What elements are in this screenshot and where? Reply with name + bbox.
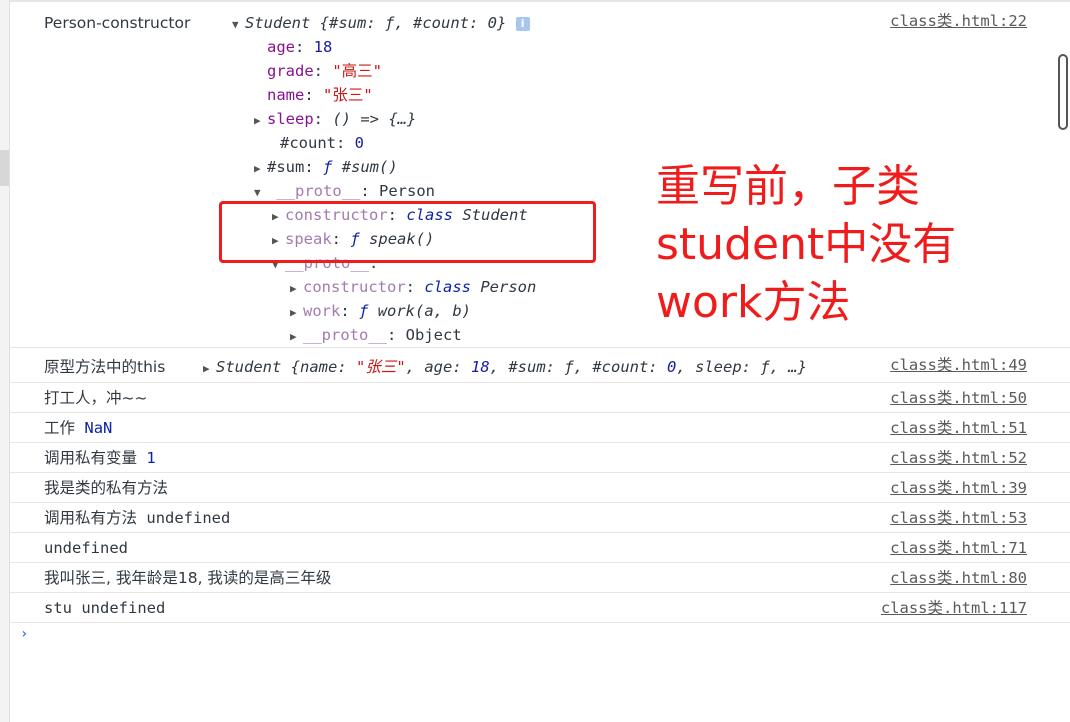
source-link[interactable]: class类.html:49 xyxy=(890,354,1027,376)
console-message: 我是类的私有方法 class类.html:39 xyxy=(10,473,1070,503)
console-gutter xyxy=(0,0,10,722)
expand-triangle-icon: ▶ xyxy=(254,114,261,127)
source-link[interactable]: class类.html:22 xyxy=(890,10,1027,32)
highlight-box xyxy=(219,201,596,263)
console-message: 调用私有变量 1 class类.html:52 xyxy=(10,443,1070,473)
log-text: 调用私有变量 1 xyxy=(44,449,156,467)
gutter-marker xyxy=(0,150,9,186)
prop-sleep[interactable]: ▶ sleep: () => {…} xyxy=(254,108,416,132)
prop-proto-3[interactable]: ▶ __proto__: Object xyxy=(290,324,462,348)
expand-triangle-icon: ▶ xyxy=(290,306,297,319)
expand-triangle-icon: ▶ xyxy=(290,282,297,295)
log-text: 工作 NaN xyxy=(44,419,113,437)
prop-grade: grade: "高三" xyxy=(267,62,383,80)
source-link[interactable]: class类.html:52 xyxy=(890,447,1027,469)
scrollbar-thumb[interactable] xyxy=(1058,54,1068,130)
console-message: undefined class类.html:71 xyxy=(10,533,1070,563)
source-link[interactable]: class类.html:80 xyxy=(890,567,1027,589)
log-label: Person-constructor xyxy=(44,14,191,32)
object-summary[interactable]: ▶ Student {name: "张三", age: 18, #sum: ƒ, … xyxy=(203,356,807,380)
log-text: 我是类的私有方法 xyxy=(44,479,169,497)
expand-triangle-icon: ▶ xyxy=(290,330,297,343)
annotation-text: 重写前，子类 student中没有 work方法 xyxy=(656,161,957,328)
chevron-right-icon[interactable]: › xyxy=(20,626,28,642)
object-summary[interactable]: ▼ Student {#sum: ƒ, #count: 0} i xyxy=(232,12,530,36)
prop-count: #count: 0 xyxy=(280,134,365,152)
scrollbar[interactable] xyxy=(1056,52,1070,132)
prop-name: name: "张三" xyxy=(267,86,373,104)
log-label: 原型方法中的this xyxy=(44,358,166,376)
console-message: 打工人，冲~~ class类.html:50 xyxy=(10,383,1070,413)
console-message: stu undefined class类.html:117 xyxy=(10,593,1070,623)
log-text: undefined xyxy=(44,539,128,557)
prop-work[interactable]: ▶ work: ƒ work(a, b) xyxy=(290,300,471,324)
source-link[interactable]: class类.html:50 xyxy=(890,387,1027,409)
prop-age: age: 18 xyxy=(267,38,333,56)
source-link[interactable]: class类.html:51 xyxy=(890,417,1027,439)
console-message: 调用私有方法 undefined class类.html:53 xyxy=(10,503,1070,533)
prop-constructor-2[interactable]: ▶ constructor: class Person xyxy=(290,276,536,300)
source-link[interactable]: class类.html:71 xyxy=(890,537,1027,559)
log-text: stu undefined xyxy=(44,599,166,617)
object-fields: {#sum: ƒ, #count: 0} xyxy=(319,14,507,32)
source-link[interactable]: class类.html:117 xyxy=(881,597,1027,619)
expand-triangle-icon[interactable]: ▼ xyxy=(232,14,245,36)
object-class: Student xyxy=(245,14,311,32)
log-text: 调用私有方法 undefined xyxy=(44,509,231,527)
console-message: 我叫张三, 我年龄是18, 我读的是高三年级 class类.html:80 xyxy=(10,563,1070,593)
console-message: 原型方法中的this ▶ Student {name: "张三", age: 18… xyxy=(10,348,1070,383)
info-icon[interactable]: i xyxy=(515,17,530,31)
log-text: 我叫张三, 我年龄是18, 我读的是高三年级 xyxy=(44,569,332,587)
prop-sum[interactable]: ▶ #sum: ƒ #sum() xyxy=(254,156,398,180)
expand-triangle-icon: ▶ xyxy=(254,162,261,175)
source-link[interactable]: class类.html:39 xyxy=(890,477,1027,499)
source-link[interactable]: class类.html:53 xyxy=(890,507,1027,529)
log-text: 打工人，冲~~ xyxy=(44,389,148,407)
expand-triangle-icon: ▶ xyxy=(203,362,210,375)
console-message: 工作 NaN class类.html:51 xyxy=(10,413,1070,443)
